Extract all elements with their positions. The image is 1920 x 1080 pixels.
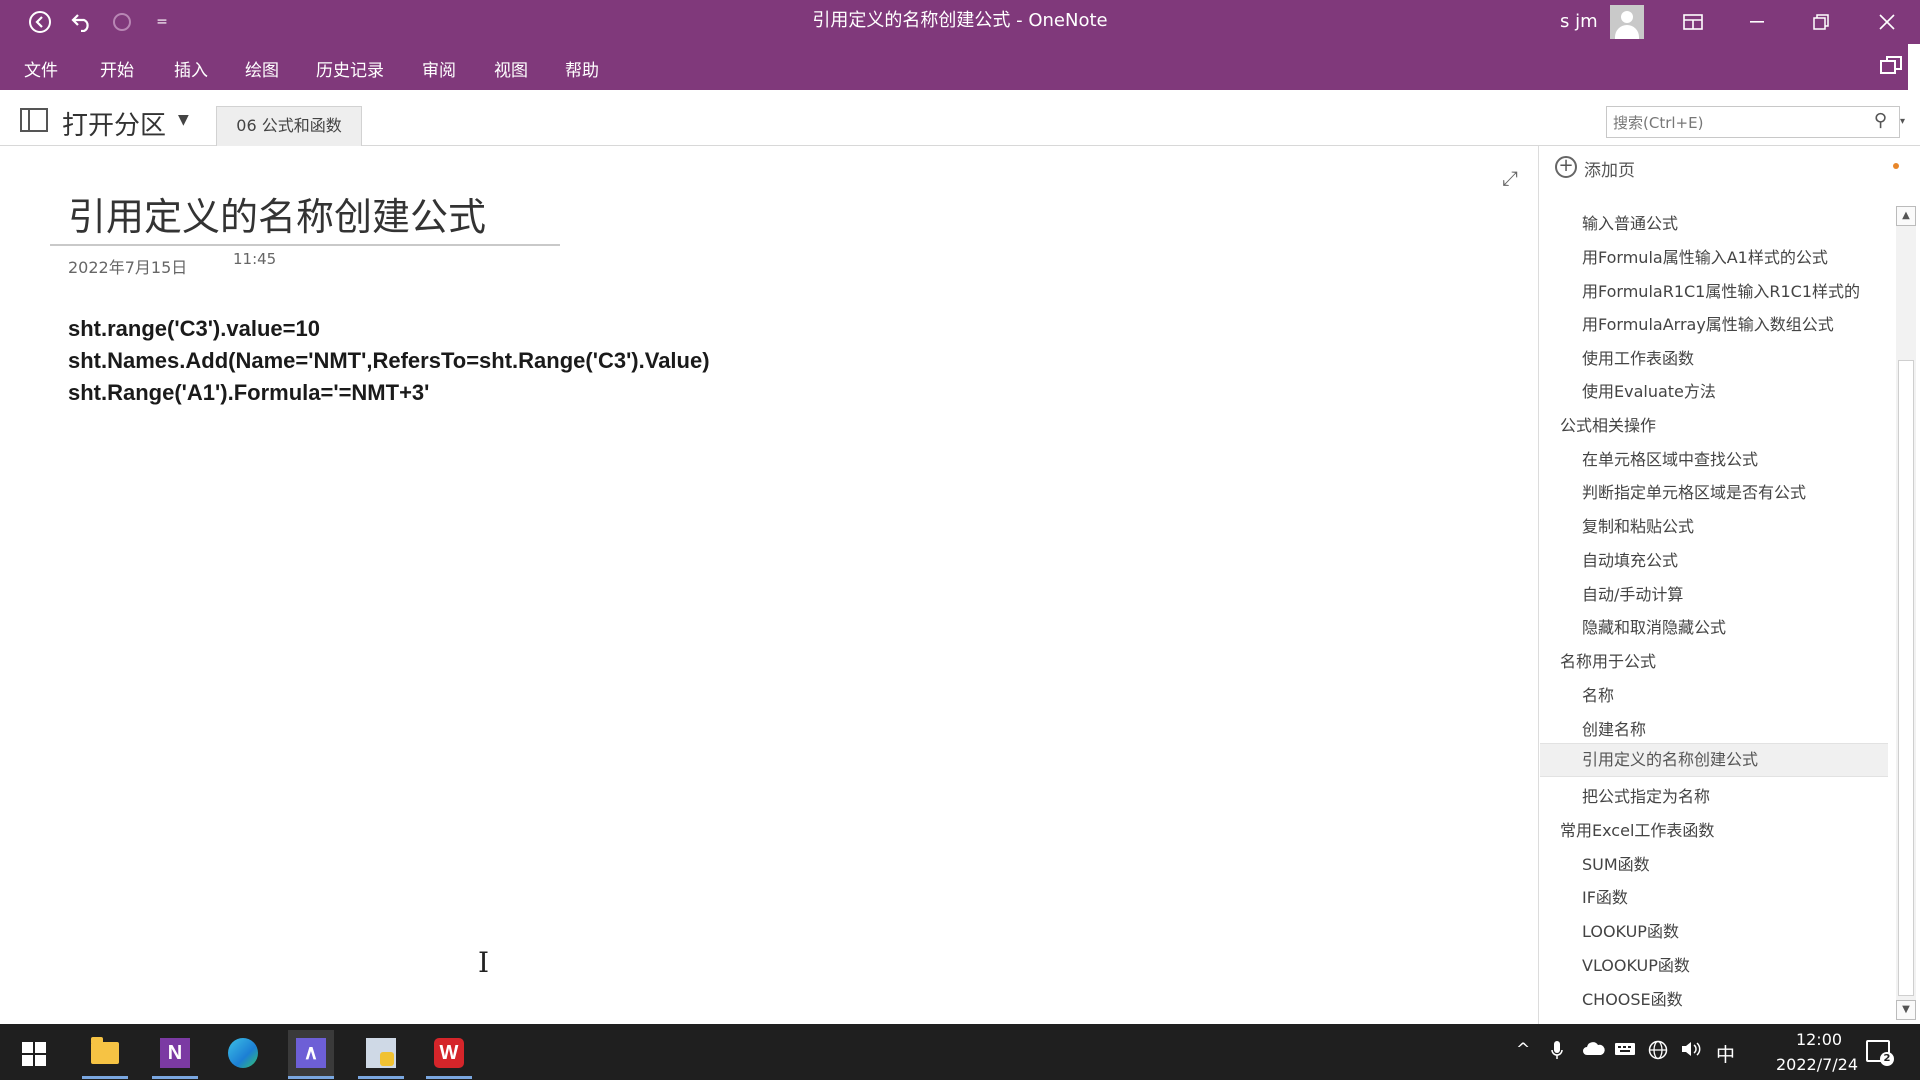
undo-icon[interactable] — [68, 8, 96, 36]
onedrive-cloud-icon[interactable] — [1582, 1040, 1606, 1061]
add-page-button[interactable]: 添加页 — [1584, 156, 1635, 181]
page-list-item[interactable]: 自动/手动计算 — [1582, 581, 1683, 605]
keyboard-icon[interactable] — [1614, 1040, 1636, 1061]
page-list-item[interactable]: 输入普通公式 — [1582, 210, 1678, 234]
scroll-down-icon[interactable]: ▼ — [1896, 1000, 1916, 1020]
wps-office-icon[interactable]: W — [426, 1030, 472, 1076]
expand-icon[interactable]: ⤢ — [1502, 166, 1518, 190]
notebook-icon[interactable] — [20, 108, 48, 132]
page-list-item[interactable]: 创建名称 — [1582, 716, 1646, 740]
page-list-item-selected[interactable]: 引用定义的名称创建公式 — [1540, 743, 1888, 777]
page-tabs-pane-icon[interactable] — [1880, 56, 1904, 78]
search-input[interactable] — [1611, 109, 1855, 137]
page-list-item[interactable]: 用FormulaArray属性输入数组公式 — [1582, 311, 1834, 335]
edge-browser-icon[interactable] — [220, 1030, 266, 1076]
page-list-item[interactable]: 名称 — [1582, 682, 1614, 706]
page-list-item[interactable]: 用Formula属性输入A1样式的公式 — [1582, 244, 1828, 268]
page-list-item[interactable]: 隐藏和取消隐藏公式 — [1582, 614, 1726, 638]
page-canvas[interactable] — [0, 146, 1538, 1024]
onenote-icon[interactable]: N — [152, 1030, 198, 1076]
python-editor-icon[interactable] — [358, 1030, 404, 1076]
page-title[interactable]: 引用定义的名称创建公式 — [68, 186, 486, 241]
page-list-item[interactable]: VLOOKUP函数 — [1582, 952, 1690, 976]
note-text-line[interactable]: sht.Range('A1').Formula='=NMT+3' — [68, 380, 429, 406]
note-text-line[interactable]: sht.range('C3').value=10 — [68, 316, 320, 342]
page-list-item[interactable]: 把公式指定为名称 — [1582, 783, 1710, 807]
menu-view[interactable]: 视图 — [494, 56, 528, 81]
back-icon[interactable] — [26, 8, 54, 36]
show-hidden-icons-chevron-icon[interactable]: ^ — [1516, 1040, 1530, 1060]
search-icon[interactable]: ⚲ — [1874, 110, 1887, 131]
running-indicator — [82, 1076, 128, 1079]
open-section-label[interactable]: 打开分区 — [62, 105, 166, 142]
page-list-item[interactable]: 在单元格区域中查找公式 — [1582, 446, 1758, 470]
visual-studio-icon[interactable]: ∧ — [288, 1030, 334, 1076]
title-bar: = 引用定义的名称创建公式 - OneNote s jm — [0, 0, 1920, 44]
page-list-item[interactable]: CHOOSE函数 — [1582, 986, 1683, 1010]
menu-draw[interactable]: 绘图 — [245, 56, 279, 81]
page-list-item[interactable]: 自动填充公式 — [1582, 547, 1678, 571]
volume-icon[interactable] — [1680, 1040, 1702, 1063]
title-divider — [50, 244, 560, 246]
scroll-up-icon[interactable]: ▲ — [1896, 206, 1916, 226]
running-indicator — [288, 1076, 334, 1079]
page-list-item[interactable]: 使用Evaluate方法 — [1582, 378, 1716, 402]
scrollbar-thumb[interactable] — [1898, 360, 1914, 996]
chevron-down-icon[interactable]: ▼ — [178, 112, 189, 128]
search-box[interactable] — [1606, 106, 1900, 138]
running-indicator — [426, 1076, 472, 1079]
ribbon-display-options-icon[interactable] — [1670, 4, 1716, 40]
note-text-line[interactable]: sht.Names.Add(Name='NMT',RefersTo=sht.Ra… — [68, 348, 710, 374]
running-indicator — [358, 1076, 404, 1079]
page-list-item[interactable]: LOOKUP函数 — [1582, 918, 1679, 942]
windows-start-icon[interactable] — [22, 1042, 46, 1066]
menu-review[interactable]: 审阅 — [422, 56, 456, 81]
restore-button[interactable] — [1798, 4, 1844, 40]
ime-indicator[interactable]: 中 — [1716, 1040, 1735, 1067]
page-list-item[interactable]: IF函数 — [1582, 884, 1628, 908]
page-date: 2022年7月15日 — [68, 258, 188, 277]
page-list-item[interactable]: 名称用于公式 — [1560, 648, 1656, 672]
file-explorer-icon[interactable] — [82, 1030, 128, 1076]
menu-help[interactable]: 帮助 — [565, 56, 599, 81]
menu-bar — [0, 44, 1920, 90]
page-list-item[interactable]: 使用工作表函数 — [1582, 345, 1694, 369]
minimize-button[interactable] — [1734, 4, 1780, 40]
section-bar: 打开分区 ▼ 06 公式和函数 ⚲ ▾ — [0, 90, 1920, 146]
page-list-item[interactable]: 复制和粘贴公式 — [1582, 513, 1694, 537]
quick-access-customize-icon[interactable]: = — [148, 8, 176, 36]
page-list-item[interactable]: 用FormulaR1C1属性输入R1C1样式的 — [1582, 278, 1860, 302]
page-list-item[interactable]: 判断指定单元格区域是否有公式 — [1582, 479, 1806, 503]
avatar[interactable] — [1610, 5, 1644, 39]
microphone-icon[interactable] — [1550, 1040, 1564, 1065]
text-cursor-icon: I — [478, 946, 490, 979]
menu-home[interactable]: 开始 — [100, 56, 134, 81]
page-time: 11:45 — [233, 250, 277, 268]
window-edge — [1908, 44, 1920, 90]
clock-time[interactable]: 12:00 — [1774, 1030, 1864, 1049]
add-page-icon[interactable]: + — [1555, 156, 1577, 178]
network-globe-icon[interactable] — [1648, 1040, 1668, 1065]
page-list-item[interactable]: SUM函数 — [1582, 851, 1650, 875]
tab-section-formulas[interactable]: 06 公式和函数 — [216, 106, 362, 146]
user-name[interactable]: s jm — [1560, 11, 1598, 32]
running-indicator — [152, 1076, 198, 1079]
menu-insert[interactable]: 插入 — [174, 56, 208, 81]
notification-count-badge: 2 — [1880, 1052, 1894, 1066]
redo-icon[interactable] — [108, 8, 136, 36]
search-scope-chevron-icon[interactable]: ▾ — [1900, 116, 1905, 127]
status-dot-icon — [1893, 163, 1899, 169]
menu-history[interactable]: 历史记录 — [316, 56, 384, 81]
close-button[interactable] — [1864, 4, 1910, 40]
clock-date[interactable]: 2022/7/24 — [1752, 1055, 1882, 1074]
page-list-item[interactable]: 公式相关操作 — [1560, 412, 1656, 436]
window-title: 引用定义的名称创建公式 - OneNote — [812, 10, 1108, 31]
menu-file[interactable]: 文件 — [24, 56, 58, 81]
page-list-item[interactable]: 常用Excel工作表函数 — [1560, 817, 1714, 841]
